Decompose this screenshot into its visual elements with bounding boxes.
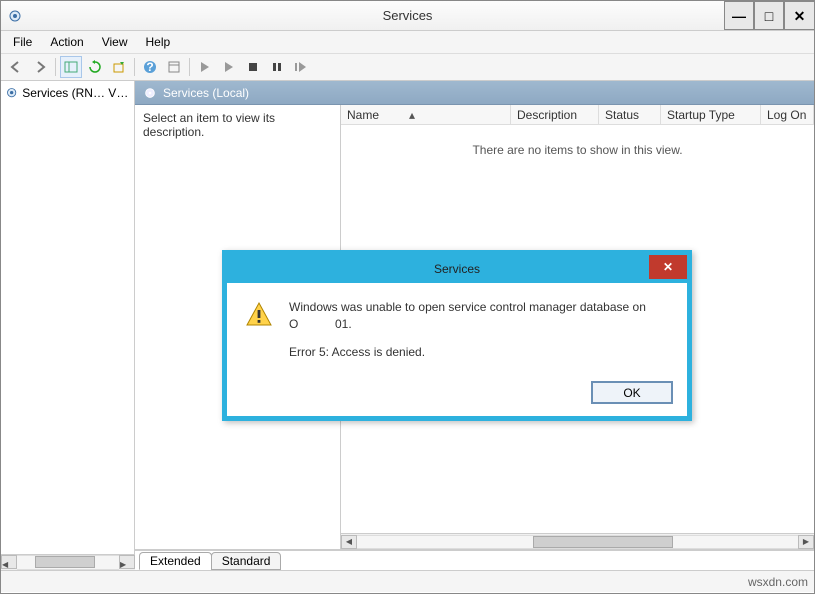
window-title: Services — [383, 8, 433, 23]
sort-asc-icon: ▴ — [409, 108, 415, 122]
error-dialog: Services ✕ Windows was unable to open se… — [222, 250, 692, 421]
dialog-text: Windows was unable to open service contr… — [289, 299, 646, 361]
scroll-thumb[interactable] — [533, 536, 673, 548]
tree-hscroll[interactable]: ◀ ▶ — [1, 554, 135, 570]
back-button[interactable] — [5, 56, 27, 78]
panel-title: Services (Local) — [163, 86, 249, 100]
scroll-left-icon[interactable]: ◀ — [341, 535, 357, 549]
menu-bar: File Action View Help — [1, 31, 814, 53]
toolbar: ? — [1, 53, 814, 81]
header-name[interactable]: Name▴ — [341, 105, 511, 124]
start-service-alt-button[interactable] — [218, 56, 240, 78]
close-button[interactable]: ✕ — [784, 1, 814, 30]
menu-action[interactable]: Action — [42, 33, 91, 51]
forward-button[interactable] — [29, 56, 51, 78]
dialog-title: Services — [434, 262, 480, 276]
gear-icon — [5, 86, 18, 100]
tree-pane: Services (RN… VI…) — [1, 81, 135, 554]
pause-service-button[interactable] — [266, 56, 288, 78]
gear-icon — [143, 86, 157, 100]
scroll-left-icon[interactable]: ◀ — [1, 555, 17, 569]
panel-header: Services (Local) — [135, 81, 814, 105]
scroll-right-icon[interactable]: ▶ — [119, 555, 135, 569]
maximize-button[interactable]: □ — [754, 1, 784, 30]
dialog-titlebar: Services ✕ — [227, 255, 687, 283]
tree-root-item[interactable]: Services (RN… VI…) — [3, 85, 132, 101]
help-button[interactable]: ? — [139, 56, 161, 78]
header-status[interactable]: Status — [599, 105, 661, 124]
empty-list-message: There are no items to show in this view. — [341, 143, 814, 157]
dialog-line2: O 01. — [289, 316, 646, 333]
export-button[interactable] — [108, 56, 130, 78]
header-description[interactable]: Description — [511, 105, 599, 124]
tab-standard[interactable]: Standard — [211, 552, 282, 570]
menu-view[interactable]: View — [94, 33, 136, 51]
start-service-button[interactable] — [194, 56, 216, 78]
toolbar-separator — [189, 58, 190, 76]
scroll-track[interactable] — [357, 535, 798, 549]
status-watermark: wsxdn.com — [748, 575, 808, 589]
restart-service-button[interactable] — [290, 56, 312, 78]
toolbar-separator — [55, 58, 56, 76]
minimize-button[interactable]: — — [724, 1, 754, 30]
status-bar: wsxdn.com — [1, 570, 814, 592]
dialog-close-button[interactable]: ✕ — [649, 255, 687, 279]
show-hide-tree-button[interactable] — [60, 56, 82, 78]
dialog-line1: Windows was unable to open service contr… — [289, 299, 646, 316]
app-icon — [7, 8, 23, 24]
header-startup-type[interactable]: Startup Type — [661, 105, 761, 124]
window-controls: — □ ✕ — [724, 1, 814, 30]
column-headers: Name▴ Description Status Startup Type Lo… — [341, 105, 814, 125]
title-bar: Services — □ ✕ — [1, 1, 814, 31]
menu-file[interactable]: File — [5, 33, 40, 51]
dialog-line3: Error 5: Access is denied. — [289, 344, 646, 361]
menu-help[interactable]: Help — [138, 33, 179, 51]
view-tabs: Extended Standard — [135, 550, 814, 570]
scroll-right-icon[interactable]: ▶ — [798, 535, 814, 549]
stop-service-button[interactable] — [242, 56, 264, 78]
ok-button[interactable]: OK — [591, 381, 673, 404]
toolbar-separator — [134, 58, 135, 76]
properties-button[interactable] — [163, 56, 185, 78]
scroll-track[interactable] — [17, 555, 119, 570]
tree-root-label: Services (RN… VI…) — [22, 86, 130, 100]
dialog-body: Windows was unable to open service contr… — [227, 283, 687, 373]
refresh-button[interactable] — [84, 56, 106, 78]
warning-icon — [245, 301, 273, 329]
scroll-thumb[interactable] — [35, 556, 95, 568]
svg-text:?: ? — [146, 60, 153, 74]
description-prompt: Select an item to view its description. — [143, 111, 275, 139]
list-hscroll[interactable]: ◀ ▶ — [341, 533, 814, 549]
header-logon[interactable]: Log On — [761, 105, 814, 124]
dialog-button-row: OK — [227, 373, 687, 416]
tab-extended[interactable]: Extended — [139, 552, 212, 570]
